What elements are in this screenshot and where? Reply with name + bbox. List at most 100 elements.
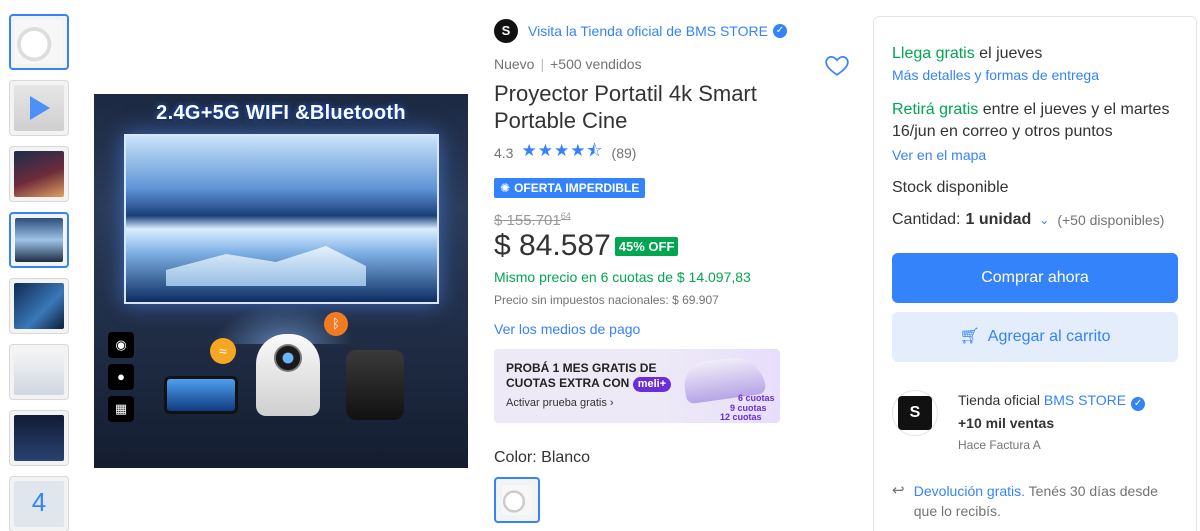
quantity-label: Cantidad: <box>892 211 961 228</box>
color-label: Color: <box>494 449 537 466</box>
apple-icon: ● <box>108 364 134 390</box>
promo-tag-6: 6 cuotas <box>738 393 775 403</box>
seller-sales: +10 mil ventas <box>958 415 1055 431</box>
color-selector-label: Color: Blanco <box>494 449 854 467</box>
product-page: 4 2.4G+5G WIFI &Bluetooth ◉ ● ▦ ≈ ᛒ S Vi… <box>0 0 1200 531</box>
quantity-selector[interactable]: Cantidad: 1 unidad ⌄ (+50 disponibles) <box>892 211 1178 229</box>
iceberg <box>166 246 366 286</box>
promo-line-2: CUOTAS EXTRA CON <box>506 376 630 390</box>
quantity-available: (+50 disponibles) <box>1057 212 1165 228</box>
shipping-highlight: Llega gratis <box>892 45 975 62</box>
thumbnail-image <box>15 20 63 64</box>
return-arrow-icon: ↩ <box>892 482 905 499</box>
separator: | <box>540 56 545 72</box>
windows-icon: ▦ <box>108 396 134 422</box>
color-value: Blanco <box>541 449 591 466</box>
thumbnail-image <box>14 415 64 461</box>
thumbnail-3[interactable] <box>9 146 69 202</box>
thumbnail-7[interactable] <box>9 410 69 466</box>
add-to-cart-button[interactable]: 🛒︎ Agregar al carrito <box>892 312 1178 362</box>
promo-line-2-wrap: CUOTAS EXTRA CON meli+ <box>506 376 672 392</box>
verified-icon: ✓ <box>772 24 787 38</box>
seller-logo[interactable]: S <box>892 390 938 436</box>
meli-plus-promo-banner[interactable]: PROBÁ 1 MES GRATIS DE CUOTAS EXTRA CON m… <box>494 349 780 423</box>
thumbnail-image <box>14 349 64 395</box>
thumbnail-more[interactable]: 4 <box>9 476 69 531</box>
chevron-down-icon: ⌄ <box>1039 213 1050 227</box>
promo-text: PROBÁ 1 MES GRATIS DE CUOTAS EXTRA CON m… <box>506 361 672 392</box>
seller-title: Tienda oficial BMS STORE ✓ <box>958 390 1146 411</box>
return-policy: ↩ Devolución gratis. Tenés 30 días desde… <box>892 481 1178 521</box>
return-link[interactable]: Devolución gratis. <box>914 483 1025 499</box>
thumbnail-5[interactable] <box>9 278 69 334</box>
bluetooth-icon: ᛒ <box>324 312 348 336</box>
shipping-rest: el jueves <box>974 45 1043 62</box>
condition: Nuevo <box>494 56 535 72</box>
meli-plus-logo: meli+ <box>632 377 672 392</box>
thumbnail-4[interactable] <box>9 212 69 268</box>
thumbnail-1[interactable] <box>9 14 69 70</box>
image-banner-text: 2.4G+5G WIFI &Bluetooth <box>156 102 406 124</box>
thumbnail-gallery: 4 <box>9 14 71 531</box>
shipping-details-link[interactable]: Más detalles y formas de entrega <box>892 67 1178 83</box>
seller-card: S Tienda oficial BMS STORE ✓ +10 mil vent… <box>892 390 1178 455</box>
seller-name-link[interactable]: BMS STORE <box>1044 392 1126 408</box>
seller-info: Tienda oficial BMS STORE ✓ +10 mil ventas… <box>958 390 1146 455</box>
cart-icon: 🛒︎ <box>959 328 980 345</box>
return-text-wrap: Devolución gratis. Tenés 30 días desde q… <box>914 481 1178 521</box>
deal-label: OFERTA IMPERDIBLE <box>514 181 640 195</box>
stock-status: Stock disponible <box>892 179 1009 196</box>
original-price-cents: 64 <box>560 211 571 221</box>
speaker-device <box>346 350 404 420</box>
play-icon <box>30 96 50 120</box>
seller-logo-letter: S <box>898 396 932 430</box>
map-link[interactable]: Ver en el mapa <box>892 147 1178 163</box>
projector-lens <box>274 344 302 372</box>
seller-prefix: Tienda oficial <box>958 392 1040 408</box>
thumbnail-video[interactable] <box>9 80 69 136</box>
more-count: 4 <box>31 487 47 517</box>
promo-cta-link[interactable]: Activar prueba gratis › <box>506 397 614 409</box>
quantity-value: 1 unidad <box>965 211 1032 228</box>
store-link[interactable]: Visita la Tienda oficial de BMS STORE <box>528 23 768 39</box>
thumbnail-6[interactable] <box>9 344 69 400</box>
seller-invoice: Hace Factura A <box>958 438 1041 452</box>
os-icons: ◉ ● ▦ <box>108 332 134 428</box>
rating-row[interactable]: 4.3 ★★★★⯪ (89) <box>494 138 854 167</box>
color-swatch-blanco[interactable] <box>494 477 540 523</box>
store-logo: S <box>494 19 518 43</box>
current-price: $ 84.587 <box>494 229 611 262</box>
android-icon: ◉ <box>108 332 134 358</box>
thumbnail-image <box>15 218 63 262</box>
buy-now-button[interactable]: Comprar ahora <box>892 253 1178 303</box>
main-product-image[interactable]: 2.4G+5G WIFI &Bluetooth ◉ ● ▦ ≈ ᛒ <box>94 94 468 468</box>
promo-line-1: PROBÁ 1 MES GRATIS DE <box>506 361 657 375</box>
product-info: S Visita la Tienda oficial de BMS STORE … <box>494 16 854 523</box>
installments-info: Mismo precio en 6 cuotas de $ 14.097,83 <box>494 269 751 285</box>
shipping-info: Llega gratis el jueves <box>892 45 1178 63</box>
review-count: (89) <box>611 144 637 161</box>
sold-count: +500 vendidos <box>550 56 642 72</box>
original-price: $ 155.70164 <box>494 211 854 229</box>
star-rating-icon: ★★★★⯪ <box>521 141 604 160</box>
add-to-cart-label: Agregar al carrito <box>987 328 1111 345</box>
projected-screen <box>124 134 439 304</box>
pickup-info: Retirá gratis entre el jueves y el marte… <box>892 99 1178 143</box>
deal-badge: ✺ OFERTA IMPERDIBLE <box>494 178 646 198</box>
product-title: Proyector Portatil 4k Smart Portable Cin… <box>494 81 757 133</box>
thumbnail-image <box>14 151 64 197</box>
promo-tag-12: 12 cuotas <box>720 412 762 422</box>
original-price-value: $ 155.701 <box>494 212 561 229</box>
discount-badge: 45% OFF <box>614 236 679 256</box>
thumbnail-image <box>14 283 64 329</box>
price-without-tax: Precio sin impuestos nacionales: $ 69.90… <box>494 293 719 307</box>
payment-methods-link[interactable]: Ver los medios de pago <box>494 321 854 337</box>
price-row: $ 84.587 45% OFF <box>494 229 854 263</box>
wifi-icon: ≈ <box>210 338 236 364</box>
product-subtitle: Nuevo | +500 vendidos <box>494 56 854 72</box>
verified-icon: ✓ <box>1131 397 1146 411</box>
projector-device <box>256 334 320 416</box>
store-row: S Visita la Tienda oficial de BMS STORE … <box>494 16 854 46</box>
favorite-heart-icon[interactable] <box>824 52 850 78</box>
pickup-highlight: Retirá gratis <box>892 101 979 118</box>
